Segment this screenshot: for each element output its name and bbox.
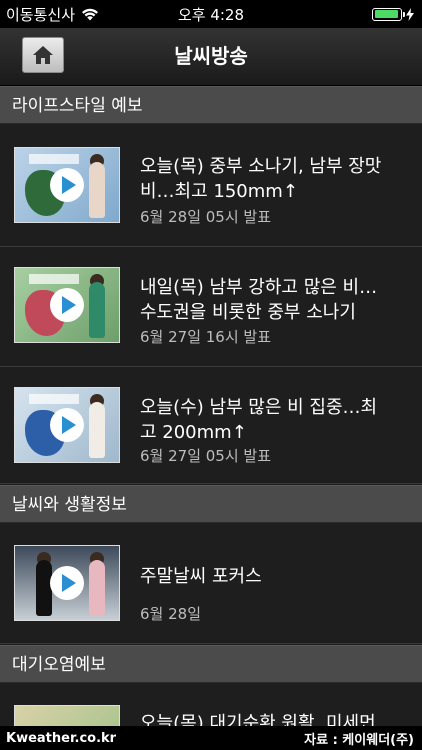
item-date: 6월 27일 16시 발표 xyxy=(140,328,272,346)
play-icon[interactable] xyxy=(50,168,84,202)
wifi-icon xyxy=(82,8,99,20)
presenter-figure-2 xyxy=(89,560,105,616)
home-icon xyxy=(33,46,53,64)
section-header-lifestyle-info: 날씨와 생활정보 xyxy=(0,485,422,523)
list-item[interactable]: 주말날씨 포커스 6월 28일 xyxy=(0,523,422,644)
presenter-figure xyxy=(36,560,52,616)
battery-icon xyxy=(372,7,405,21)
play-icon[interactable] xyxy=(50,566,84,600)
item-title[interactable]: 오늘(수) 남부 많은 비 집중…최 고 200mm↑ xyxy=(140,395,410,445)
video-thumbnail[interactable] xyxy=(14,705,120,726)
presenter-figure xyxy=(89,282,105,338)
thumbnail-caption-strip xyxy=(29,154,79,164)
play-triangle xyxy=(62,416,76,434)
data-source-label: 자료 : 케이웨더(주) xyxy=(304,732,414,748)
play-triangle xyxy=(62,296,76,314)
carrier-label: 이동통신사 xyxy=(6,5,76,24)
section-header-lifestyle: 라이프스타일 예보 xyxy=(0,86,422,124)
item-date: 6월 28일 05시 발표 xyxy=(140,208,272,226)
nav-bar: 날씨방송 xyxy=(0,28,422,86)
status-bar: 이동통신사 오후 4:28 xyxy=(0,0,422,28)
thumbnail-caption-strip xyxy=(29,394,79,404)
thumbnail-caption-strip xyxy=(29,274,79,284)
item-date: 6월 28일 xyxy=(140,605,201,623)
battery-level xyxy=(374,10,399,18)
thumbnail-background xyxy=(15,706,119,726)
charging-bolt-icon xyxy=(406,7,414,21)
play-triangle xyxy=(62,176,76,194)
home-button[interactable] xyxy=(22,37,64,73)
footer-bar: Kweather.co.kr 자료 : 케이웨더(주) xyxy=(0,726,422,750)
play-icon[interactable] xyxy=(50,408,84,442)
battery-nub xyxy=(403,11,405,17)
item-title-line1: 주말날씨 포커스 xyxy=(140,566,262,587)
video-thumbnail[interactable] xyxy=(14,147,120,223)
presenter-figure xyxy=(89,402,105,458)
item-title-line2: 수도권을 비롯한 중부 소나기 xyxy=(140,302,356,323)
status-left: 이동통신사 xyxy=(0,4,99,25)
video-thumbnail[interactable] xyxy=(14,545,120,621)
item-title-line1: 오늘(수) 남부 많은 비 집중…최 xyxy=(140,397,378,418)
list-item[interactable]: 오늘(수) 남부 많은 비 집중…최 고 200mm↑ 6월 27일 05시 발… xyxy=(0,367,422,484)
video-thumbnail[interactable] xyxy=(14,387,120,463)
item-title[interactable]: 주말날씨 포커스 xyxy=(140,564,410,589)
item-title-line1: 오늘(목) 중부 소나기, 남부 장맛 xyxy=(140,156,382,177)
list-item[interactable]: 내일(목) 남부 강하고 많은 비… 수도권을 비롯한 중부 소나기 6월 27… xyxy=(0,247,422,367)
item-title[interactable]: 내일(목) 남부 강하고 많은 비… 수도권을 비롯한 중부 소나기 xyxy=(140,275,410,325)
item-title-line2: 비…최고 150mm↑ xyxy=(140,181,298,202)
status-right xyxy=(372,7,422,21)
play-icon[interactable] xyxy=(50,288,84,322)
item-title[interactable]: 오늘(목) 중부 소나기, 남부 장맛 비…최고 150mm↑ xyxy=(140,154,410,204)
item-date: 6월 27일 05시 발표 xyxy=(140,447,272,465)
section-header-air-pollution: 대기오염예보 xyxy=(0,645,422,683)
brand-logo[interactable]: Kweather.co.kr xyxy=(0,731,116,746)
item-title-line1: 오늘(목) 대기순환 원활, 미세먼 xyxy=(140,713,376,726)
item-title-line1: 내일(목) 남부 강하고 많은 비… xyxy=(140,277,378,298)
list-item[interactable]: 오늘(목) 대기순환 원활, 미세먼 xyxy=(0,683,422,726)
item-title[interactable]: 오늘(목) 대기순환 원활, 미세먼 xyxy=(140,711,410,726)
video-thumbnail[interactable] xyxy=(14,267,120,343)
presenter-figure xyxy=(89,162,105,218)
play-triangle xyxy=(62,574,76,592)
list-item[interactable]: 오늘(목) 중부 소나기, 남부 장맛 비…최고 150mm↑ 6월 28일 0… xyxy=(0,124,422,247)
item-title-line2: 고 200mm↑ xyxy=(140,422,247,443)
